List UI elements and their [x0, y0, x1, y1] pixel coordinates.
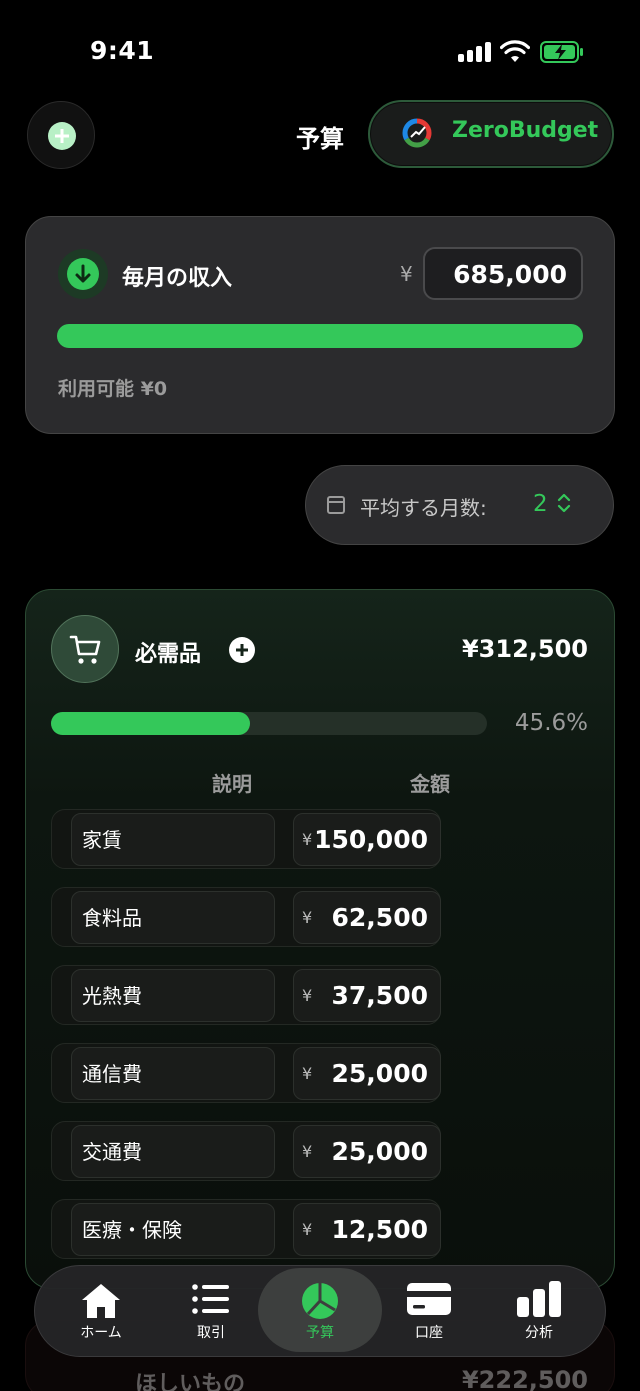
description-text: 交通費 — [82, 1140, 142, 1164]
expense-row: 光熱費 ¥37,500 — [51, 965, 441, 1025]
battery-charging-icon — [540, 41, 583, 63]
expense-row: 交通費 ¥25,000 — [51, 1121, 441, 1181]
description-text: 光熱費 — [82, 984, 142, 1008]
tab-label: 分析 — [525, 1325, 553, 1341]
amount-text: 62,500 — [331, 903, 428, 932]
months-label: 平均する月数: — [360, 496, 487, 520]
income-input[interactable]: 685,000 — [423, 247, 583, 300]
column-header-description: 説明 — [212, 772, 252, 796]
next-category-total: ¥222,500 — [461, 1366, 588, 1391]
currency-symbol: ¥ — [302, 1064, 313, 1083]
house-icon — [82, 1284, 120, 1318]
description-field[interactable]: 交通費 — [71, 1125, 275, 1178]
amount-text: 25,000 — [331, 1137, 428, 1166]
months-value: 2 — [533, 491, 548, 517]
status-bar: 9:41 — [0, 0, 640, 100]
list-icon — [192, 1284, 229, 1314]
amount-text: 25,000 — [331, 1059, 428, 1088]
amount-text: 150,000 — [314, 825, 428, 854]
category-percent: 45.6% — [514, 710, 588, 736]
description-field[interactable]: 家賃 — [71, 813, 275, 866]
description-text: 通信費 — [82, 1062, 142, 1086]
tab-label: 口座 — [415, 1325, 443, 1341]
income-icon — [58, 249, 108, 299]
chevron-updown-icon — [557, 493, 571, 513]
cart-icon — [51, 615, 119, 683]
add-button[interactable] — [27, 101, 95, 169]
arrow-down-icon — [75, 264, 91, 283]
currency-symbol: ¥ — [302, 1142, 313, 1161]
income-progress-bar — [57, 324, 583, 348]
description-text: 食料品 — [82, 906, 142, 930]
next-category-title: ほしいもの — [135, 1372, 246, 1391]
description-field[interactable]: 通信費 — [71, 1047, 275, 1100]
tab-budget[interactable]: 予算 — [265, 1265, 375, 1357]
description-field[interactable]: 食料品 — [71, 891, 275, 944]
description-field[interactable]: 光熱費 — [71, 969, 275, 1022]
credit-card-icon — [407, 1283, 451, 1315]
currency-symbol: ¥ — [302, 908, 313, 927]
status-time: 9:41 — [90, 36, 155, 65]
tab-label: 取引 — [197, 1325, 225, 1341]
expense-row: 食料品 ¥62,500 — [51, 887, 441, 947]
add-item-button[interactable] — [229, 637, 255, 663]
category-progress-bar — [51, 712, 487, 735]
page-title: 予算 — [296, 125, 344, 153]
amount-field[interactable]: ¥25,000 — [293, 1047, 441, 1100]
description-text: 家賃 — [82, 828, 122, 852]
available-text: 利用可能 ¥0 — [58, 378, 168, 400]
zerobudget-logo-icon — [402, 118, 432, 148]
income-currency: ¥ — [400, 262, 413, 286]
column-header-amount: 金額 — [410, 772, 450, 796]
tab-label: 予算 — [306, 1325, 334, 1341]
cellular-signal-icon — [458, 42, 492, 62]
pie-chart-icon — [302, 1283, 338, 1319]
income-value: 685,000 — [453, 260, 567, 289]
amount-field[interactable]: ¥12,500 — [293, 1203, 441, 1256]
category-title: 必需品 — [135, 642, 202, 667]
amount-text: 12,500 — [331, 1215, 428, 1244]
amount-field[interactable]: ¥150,000 — [293, 813, 441, 866]
tab-analytics[interactable]: 分析 — [484, 1265, 594, 1357]
amount-field[interactable]: ¥25,000 — [293, 1125, 441, 1178]
currency-symbol: ¥ — [302, 986, 313, 1005]
income-label: 毎月の収入 — [122, 266, 233, 291]
amount-field[interactable]: ¥37,500 — [293, 969, 441, 1022]
calendar-icon — [327, 496, 345, 514]
tab-accounts[interactable]: 口座 — [374, 1265, 484, 1357]
amount-text: 37,500 — [331, 981, 428, 1010]
expense-row: 通信費 ¥25,000 — [51, 1043, 441, 1103]
expense-row: 家賃 ¥150,000 — [51, 809, 441, 869]
plus-icon — [48, 122, 76, 150]
currency-symbol: ¥ — [302, 1220, 313, 1239]
bar-chart-icon — [517, 1281, 561, 1317]
expense-row: 医療・保険 ¥12,500 — [51, 1199, 441, 1259]
wifi-icon — [500, 40, 530, 62]
description-text: 医療・保険 — [82, 1218, 182, 1242]
category-total: ¥312,500 — [461, 635, 588, 663]
brand-name: ZeroBudget — [452, 118, 599, 143]
currency-symbol: ¥ — [302, 830, 313, 849]
tab-transactions[interactable]: 取引 — [156, 1265, 266, 1357]
category-progress-fill — [51, 712, 250, 735]
amount-field[interactable]: ¥62,500 — [293, 891, 441, 944]
description-field[interactable]: 医療・保険 — [71, 1203, 275, 1256]
tab-home[interactable]: ホーム — [46, 1265, 156, 1357]
tab-label: ホーム — [80, 1325, 122, 1341]
